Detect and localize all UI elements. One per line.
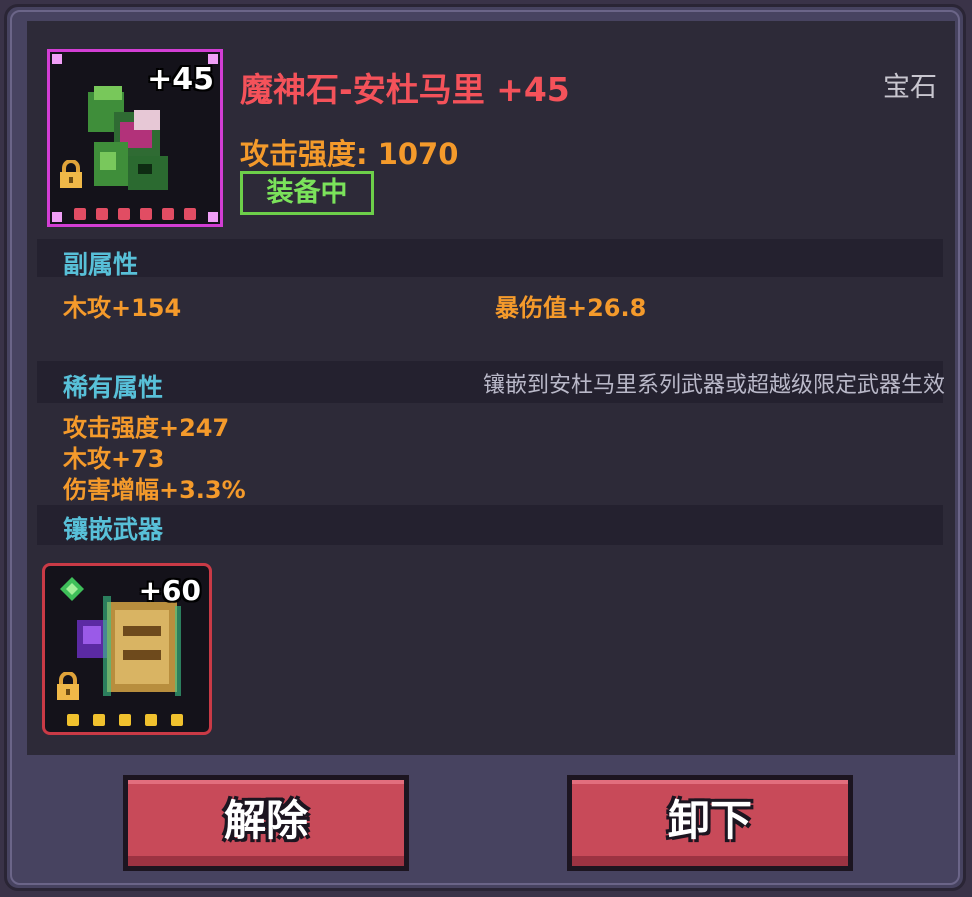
inlaid-weapon-title: 镶嵌武器	[63, 515, 164, 544]
remove-button[interactable]: 解除	[123, 775, 409, 871]
weapon-header-band	[37, 505, 943, 545]
secondary-header-band	[37, 239, 943, 277]
demon-stone-icon	[88, 86, 168, 190]
gem-star-rating	[74, 208, 196, 220]
weapon-star-rating	[67, 714, 183, 726]
secondary-stats-title: 副属性	[63, 250, 139, 279]
item-name: 魔神石-安杜马里 +45	[240, 70, 570, 109]
rare-stats-note: 镶嵌到安杜马里系列武器或超越级限定武器生效	[482, 373, 945, 398]
inlaid-weapon-slot[interactable]: +60	[42, 563, 212, 735]
gem-level-badge: +45	[147, 62, 214, 97]
equipped-badge: 装备中	[240, 171, 374, 215]
secondary-stat: 暴伤值+26.8	[495, 294, 647, 322]
secondary-stat: 木攻+154	[63, 294, 182, 322]
rare-stats-title: 稀有属性	[63, 373, 164, 402]
gem-item-slot[interactable]: +45	[47, 49, 223, 227]
unequip-button[interactable]: 卸下	[567, 775, 853, 871]
rare-stat: 伤害增幅+3.3%	[63, 476, 246, 504]
rare-stat: 攻击强度+247	[63, 414, 230, 442]
lock-icon	[57, 672, 79, 700]
lock-icon	[60, 160, 82, 188]
detail-panel: +45 魔神石-安杜马里 +45 宝石 攻击强度: 1070 装备中 副属性 木…	[27, 21, 955, 755]
item-detail-window: +45 魔神石-安杜马里 +45 宝石 攻击强度: 1070 装备中 副属性 木…	[4, 4, 966, 891]
rare-stat: 木攻+73	[63, 445, 165, 473]
weapon-level-badge: +60	[138, 574, 201, 607]
weapon-icon	[77, 596, 181, 696]
attack-power: 攻击强度: 1070	[240, 137, 459, 171]
item-category: 宝石	[883, 72, 937, 103]
